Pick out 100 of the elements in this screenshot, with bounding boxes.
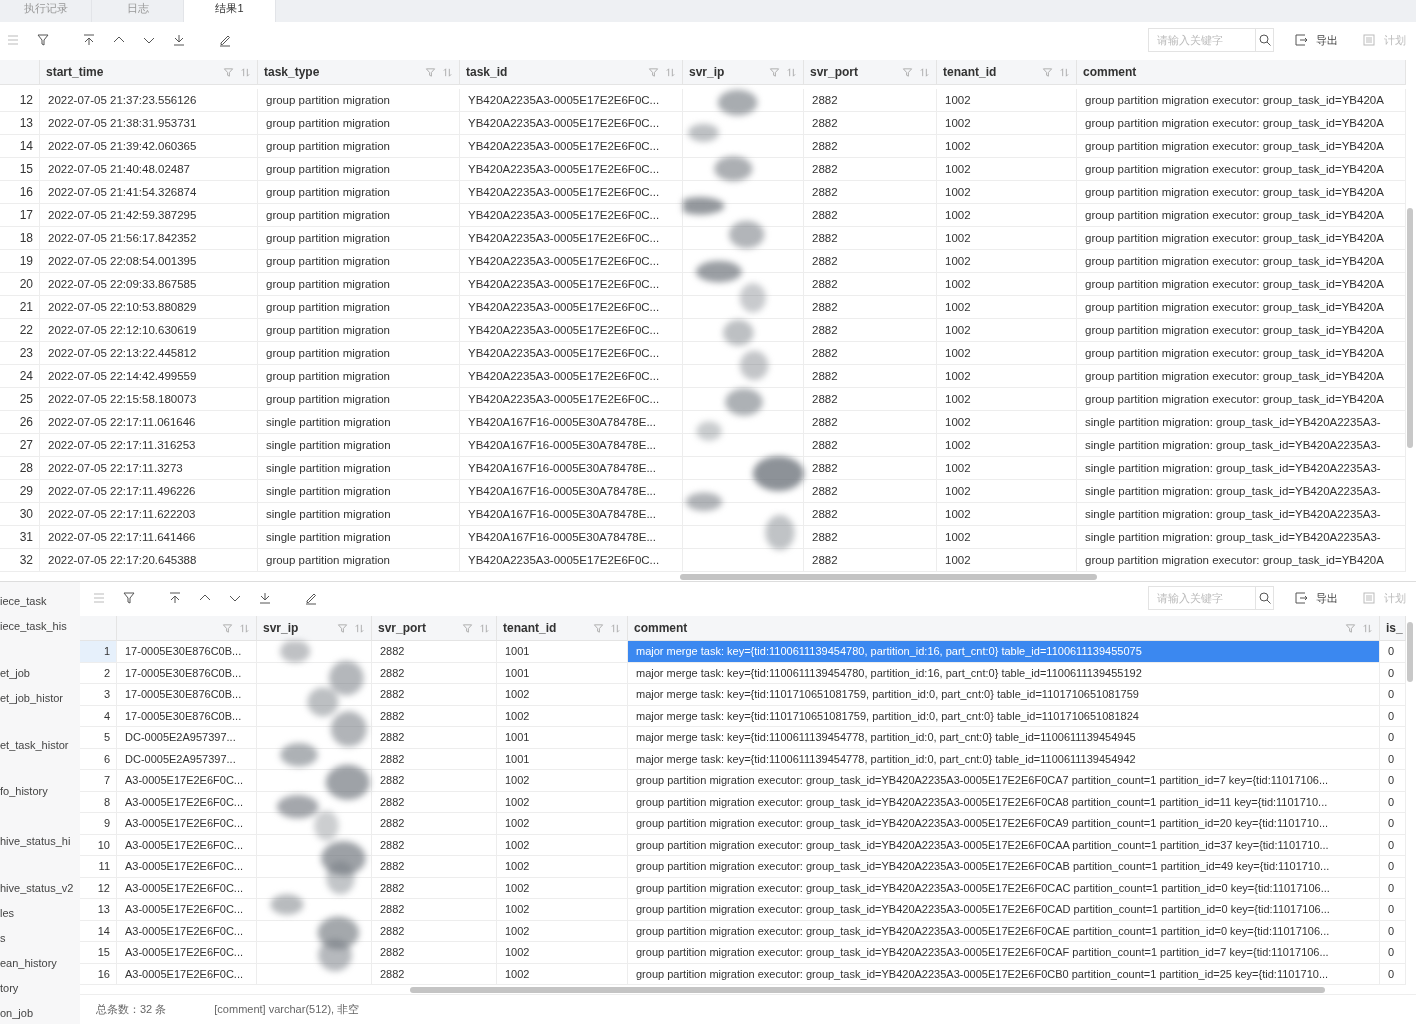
column-header: task_type <box>264 65 321 79</box>
table-cell: 1002 <box>945 485 971 497</box>
table-cell: major merge task: key={tid:1100611139454780, partition_id:16, part_cnt:0} table_id=1100611139455192 <box>636 666 1142 679</box>
row-number: 28 <box>19 461 33 475</box>
table-cell: single partition migration: group_task_id=YB420A2235A3- <box>1085 508 1381 520</box>
column-header: svr_port <box>810 65 860 79</box>
table-list-item[interactable]: ean_history <box>0 952 80 975</box>
filter-icon[interactable] <box>122 591 136 605</box>
table-cell: single partition migration <box>266 439 391 451</box>
table-cell: group partition migration <box>266 278 390 290</box>
filter-icon[interactable] <box>36 33 50 47</box>
table-list-item[interactable]: iece_task_his <box>0 615 80 638</box>
column-header: is_ <box>1386 621 1403 635</box>
table-list-item[interactable]: et_task_histor <box>0 734 80 757</box>
row-number: 8 <box>103 795 110 808</box>
export-button[interactable]: 导出 <box>1290 590 1342 606</box>
table-cell: 1002 <box>945 324 971 336</box>
table-cell: YB420A2235A3-0005E17E2E6F0C... <box>468 232 660 244</box>
table-cell: 1002 <box>505 838 530 851</box>
sort-icon[interactable] <box>479 622 490 634</box>
last-row-icon[interactable] <box>172 33 186 47</box>
table-cell: 1002 <box>945 554 971 566</box>
table-cell: 2022-07-05 22:17:11.061646 <box>48 416 196 428</box>
search-icon <box>1257 33 1272 47</box>
table-cell: group partition migration <box>266 209 390 221</box>
sort-icon[interactable] <box>1362 622 1373 634</box>
table-cell: YB420A2235A3-0005E17E2E6F0C... <box>468 94 660 106</box>
table-list-item[interactable]: on_job <box>0 1002 80 1024</box>
table-cell: 2022-07-05 22:17:20.645388 <box>48 554 197 566</box>
last-row-icon[interactable] <box>258 591 272 605</box>
search-button[interactable] <box>1255 29 1273 51</box>
edit-icon[interactable] <box>304 591 318 605</box>
search-input[interactable]: 请输入关键字 <box>1149 34 1255 46</box>
table-cell: 2882 <box>380 924 405 937</box>
table-cell: YB420A2235A3-0005E17E2E6F0C... <box>468 393 660 405</box>
table-cell: 2022-07-05 22:09:33.867585 <box>48 278 197 290</box>
table-cell: 1002 <box>945 462 971 474</box>
first-row-icon[interactable] <box>82 33 96 47</box>
search-button[interactable] <box>1255 587 1273 609</box>
table-cell: 1002 <box>505 817 530 830</box>
sort-icon[interactable] <box>240 66 251 78</box>
search-input[interactable]: 请输入关键字 <box>1149 592 1255 604</box>
table-cell: 17-0005E30E876C0B... <box>125 688 242 701</box>
table-list-item[interactable]: hive_status_v2 <box>0 877 80 900</box>
table-list-item[interactable]: les <box>0 902 80 925</box>
table-cell: 1002 <box>505 860 530 873</box>
sort-icon[interactable] <box>665 66 676 78</box>
row-number: 12 <box>97 881 110 894</box>
table-cell: 1002 <box>945 508 971 520</box>
table-list-item[interactable]: s <box>0 927 80 950</box>
table-cell: group partition migration <box>266 370 390 382</box>
sort-icon[interactable] <box>786 66 797 78</box>
sort-icon[interactable] <box>442 66 453 78</box>
sort-icon[interactable] <box>354 622 365 634</box>
table-cell: 1002 <box>505 946 530 959</box>
table-cell: 2022-07-05 22:15:58.180073 <box>48 393 197 405</box>
first-row-icon[interactable] <box>168 591 182 605</box>
table-cell: single partition migration: group_task_id=YB420A2235A3- <box>1085 439 1381 451</box>
row-number: 24 <box>19 369 33 383</box>
sort-icon[interactable] <box>919 66 930 78</box>
table-list-item[interactable]: et_job_histor <box>0 687 80 710</box>
result-tab[interactable]: 结果1 <box>184 0 276 22</box>
table-cell: group partition migration executor: group_task_id=YB420A2235A3-0005E17E2E6F0CAF partition_count=1 partition_id=7 key={tid:11017106... <box>636 946 1329 959</box>
table-cell: 2882 <box>380 731 405 744</box>
table-cell: 2882 <box>380 967 405 980</box>
sort-icon[interactable] <box>610 622 621 634</box>
table-list-item[interactable]: et_job <box>0 662 80 685</box>
table-cell: group partition migration <box>266 324 390 336</box>
table-cell: major merge task: key={tid:1101710651081759, partition_id:0, part_cnt:0} table_id=1101710651081824 <box>636 709 1139 722</box>
table-cell: YB420A2235A3-0005E17E2E6F0C... <box>468 324 660 336</box>
export-button[interactable]: 导出 <box>1290 32 1342 48</box>
table-cell: YB420A167F16-0005E30A78478E... <box>468 531 656 543</box>
table-cell: group partition migration executor: group_task_id=YB420A <box>1085 347 1384 359</box>
table-cell: A3-0005E17E2E6F0C... <box>125 838 244 851</box>
table-list-item[interactable]: iece_task <box>0 590 80 613</box>
table-cell: 1002 <box>505 881 530 894</box>
table-cell: 0 <box>1388 903 1395 916</box>
table-list-item[interactable]: hive_status_hi <box>0 830 80 853</box>
document-icon <box>1362 591 1376 605</box>
table-cell: 0 <box>1388 774 1395 787</box>
table-cell: 2022-07-05 22:17:11.641466 <box>48 531 196 543</box>
column-header: svr_ip <box>263 621 300 635</box>
list-icon[interactable] <box>6 33 20 47</box>
table-cell: 17-0005E30E876C0B... <box>125 709 242 722</box>
sort-icon[interactable] <box>1059 66 1070 78</box>
table-cell: 1002 <box>945 347 971 359</box>
row-number: 31 <box>19 530 33 544</box>
list-icon[interactable] <box>92 591 106 605</box>
search-field[interactable]: 请输入关键字 <box>1148 28 1274 52</box>
search-icon <box>1257 591 1272 605</box>
table-cell: group partition migration executor: group_task_id=YB420A <box>1085 94 1384 106</box>
sort-icon[interactable] <box>239 622 250 634</box>
table-cell: 0 <box>1388 795 1395 808</box>
table-cell: 2882 <box>380 817 405 830</box>
table-cell: A3-0005E17E2E6F0C... <box>125 881 244 894</box>
search-field[interactable]: 请输入关键字 <box>1148 586 1274 610</box>
table-list-item[interactable]: tory <box>0 977 80 1000</box>
table-list-item[interactable]: fo_history <box>0 780 80 803</box>
column-header: tenant_id <box>503 621 558 635</box>
edit-icon[interactable] <box>218 33 232 47</box>
